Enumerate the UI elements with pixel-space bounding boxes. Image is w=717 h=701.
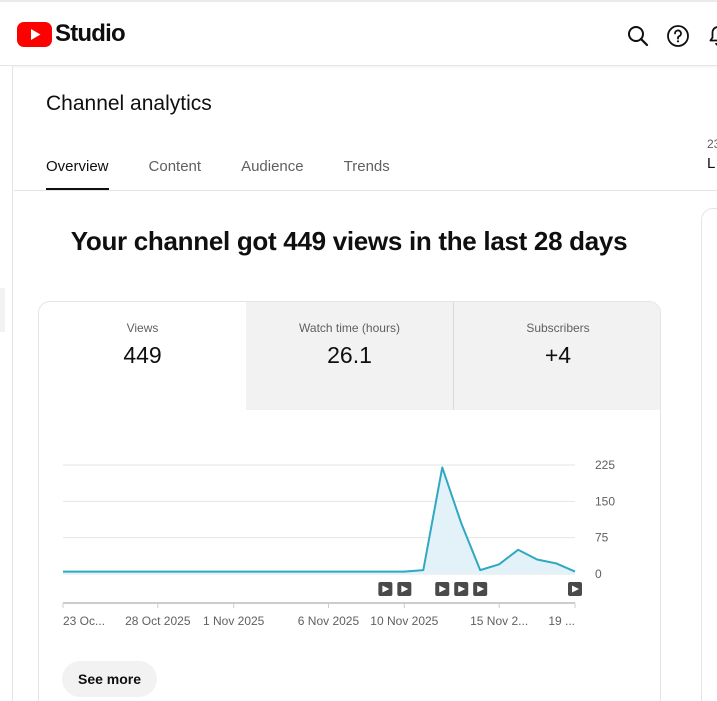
tab-trends[interactable]: Trends	[344, 158, 390, 191]
tab-audience[interactable]: Audience	[241, 158, 304, 191]
data-point	[365, 571, 367, 573]
data-point	[384, 571, 386, 573]
left-sidebar	[0, 66, 13, 701]
data-point	[346, 571, 348, 573]
x-tick-label: 15 Nov 2...	[470, 614, 528, 628]
see-more-button[interactable]: See more	[62, 661, 158, 697]
views-chart: 225 150 75 0 23 Oc... 28 Oct 2025 1 Nov 2025 6 …	[62, 458, 615, 628]
data-point	[62, 571, 64, 573]
data-point	[536, 558, 538, 560]
x-tick-label: 28 Oct 2025	[125, 614, 191, 628]
data-point	[460, 522, 462, 524]
top-bar: Studio	[0, 0, 717, 66]
side-panel-card	[701, 208, 717, 701]
sidebar-selected-indicator	[0, 288, 5, 332]
y-tick-label: 75	[595, 531, 609, 545]
data-point	[214, 571, 216, 573]
data-point	[195, 571, 197, 573]
data-point	[100, 571, 102, 573]
video-marker-icon[interactable]	[568, 582, 582, 596]
youtube-play-icon	[17, 21, 52, 47]
data-point	[176, 571, 178, 573]
data-point	[498, 563, 500, 565]
data-point	[271, 571, 273, 573]
data-point	[138, 571, 140, 573]
x-tick-label: 6 Nov 2025	[298, 614, 360, 628]
data-point	[574, 571, 576, 573]
data-point	[157, 571, 159, 573]
metric-value: 26.1	[327, 342, 372, 368]
search-icon[interactable]	[626, 24, 650, 48]
data-point	[81, 571, 83, 573]
date-range-dates[interactable]: 23	[707, 137, 717, 151]
x-tick-label: 23 Oc...	[63, 614, 105, 628]
x-tick-label: 19 ...	[548, 614, 575, 628]
y-tick-label: 225	[595, 458, 615, 472]
data-point	[233, 571, 235, 573]
help-icon[interactable]	[666, 24, 690, 48]
tab-content[interactable]: Content	[149, 158, 202, 191]
data-point	[441, 466, 443, 468]
series-line	[63, 466, 576, 573]
metric-tab-watch-time[interactable]: Watch time (hours) 26.1	[246, 302, 453, 410]
data-point	[422, 569, 424, 571]
metric-value: 449	[123, 342, 162, 368]
data-point	[327, 571, 329, 573]
views-headline: Your channel got 449 views in the last 2…	[70, 226, 628, 256]
studio-app: Studio Channel analytics Overview Conten…	[0, 0, 717, 701]
data-point	[517, 549, 519, 551]
data-point	[290, 571, 292, 573]
metric-label: Watch time (hours)	[299, 321, 400, 335]
metric-value: +4	[544, 342, 572, 368]
data-point	[119, 571, 121, 573]
x-tick-label: 1 Nov 2025	[203, 614, 265, 628]
data-point	[309, 571, 311, 573]
page-title: Channel analytics	[46, 92, 212, 115]
y-tick-label: 150	[595, 494, 615, 508]
data-point	[252, 571, 254, 573]
y-tick-label: 0	[595, 567, 602, 581]
tab-overview[interactable]: Overview	[46, 158, 109, 191]
metric-label: Subscribers	[526, 321, 590, 335]
notifications-icon[interactable]	[706, 24, 717, 48]
video-marker-icon[interactable]	[397, 582, 412, 596]
metric-label: Views	[126, 321, 159, 335]
metric-tab-subscribers[interactable]: Subscribers +4	[454, 302, 660, 410]
video-marker-icon[interactable]	[454, 582, 469, 596]
studio-wordmark: Studio	[55, 20, 126, 47]
series-area	[63, 467, 575, 574]
data-point	[403, 571, 405, 573]
video-marker-icon[interactable]	[378, 582, 393, 596]
header-divider	[14, 190, 717, 191]
analytics-tabs: Overview Content Audience Trends	[46, 158, 390, 191]
studio-logo[interactable]: Studio	[17, 20, 126, 48]
x-tick-label: 10 Nov 2025	[370, 614, 438, 628]
video-marker-icon[interactable]	[473, 582, 488, 596]
metric-tab-views[interactable]: Views 449	[39, 302, 246, 410]
date-range-label[interactable]: L	[707, 155, 715, 172]
video-marker-icon[interactable]	[435, 582, 450, 596]
data-point	[479, 569, 481, 571]
data-point	[555, 562, 557, 564]
